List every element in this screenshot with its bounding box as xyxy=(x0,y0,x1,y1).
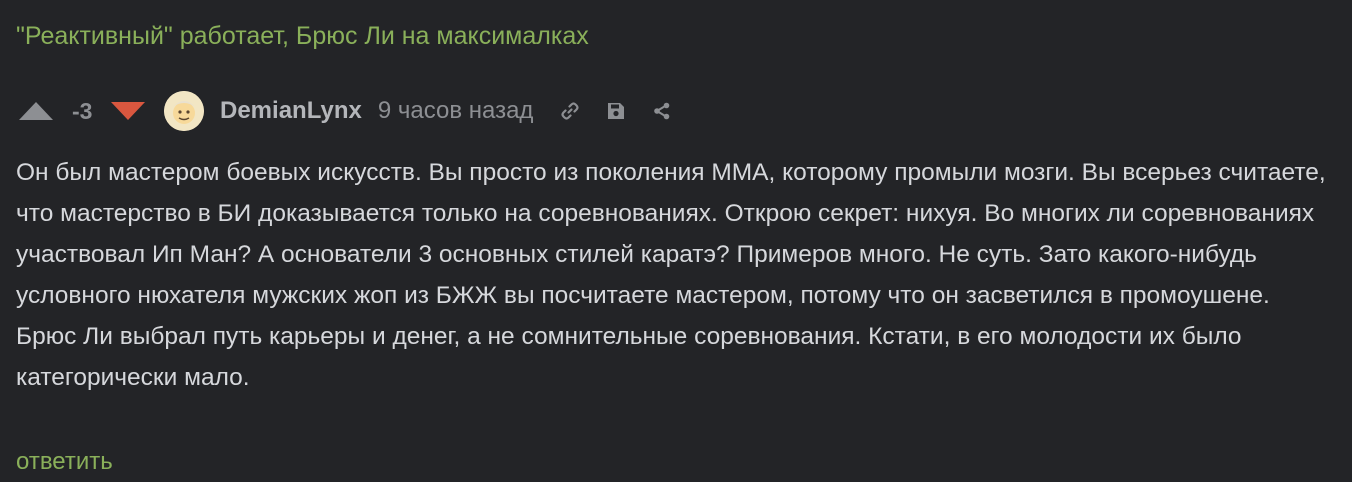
comment-body: Он был мастером боевых искусств. Вы прос… xyxy=(16,152,1326,398)
save-icon xyxy=(608,103,625,119)
save-button[interactable] xyxy=(601,96,631,126)
share-icon xyxy=(654,102,670,120)
comment-rating: -3 xyxy=(72,97,93,124)
arrow-down-icon xyxy=(111,102,145,120)
comment-author[interactable]: DemianLynx xyxy=(220,97,362,125)
vote-up-button[interactable] xyxy=(16,88,56,134)
link-icon xyxy=(561,102,580,120)
vote-down-button[interactable] xyxy=(108,88,148,134)
comment-page: "Реактивный" работает, Брюс Ли на максим… xyxy=(0,0,1352,482)
share-button[interactable] xyxy=(647,96,677,126)
story-title-link[interactable]: "Реактивный" работает, Брюс Ли на максим… xyxy=(16,20,589,52)
reply-button[interactable]: ответить xyxy=(16,446,113,478)
avatar[interactable] xyxy=(164,91,204,131)
comment-header: -3 DemianLynx 9 часов назад xyxy=(16,88,693,134)
comment-text: Он был мастером боевых искусств. Вы прос… xyxy=(16,159,1326,391)
arrow-up-icon xyxy=(19,102,53,120)
permalink-button[interactable] xyxy=(555,96,585,126)
comment-time[interactable]: 9 часов назад xyxy=(378,97,534,125)
avatar-image-icon xyxy=(164,91,204,131)
